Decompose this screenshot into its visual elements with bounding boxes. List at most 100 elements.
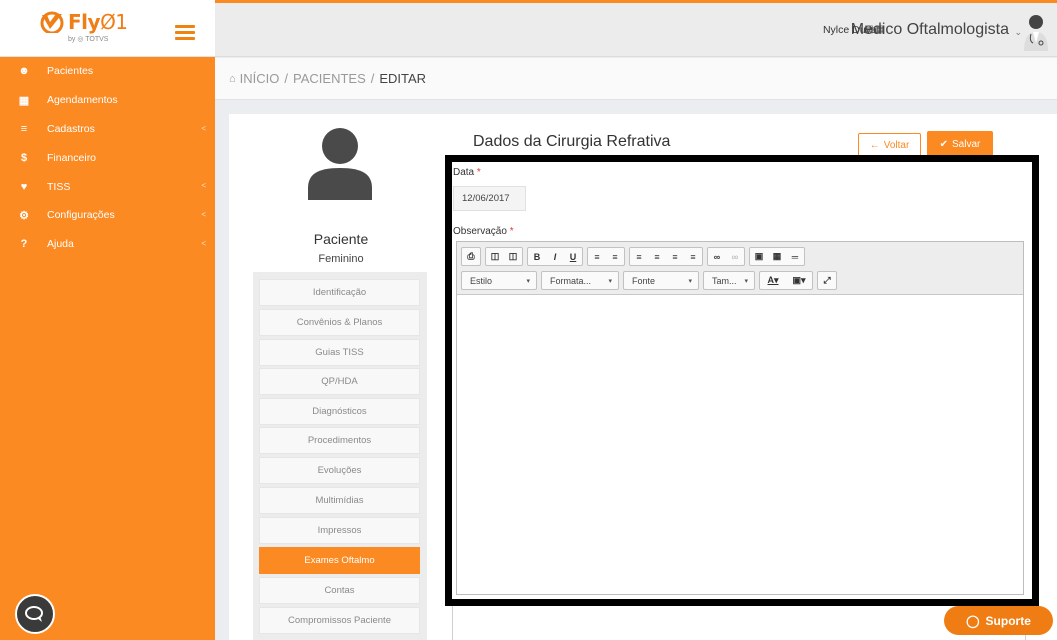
sidebar-item-financeiro[interactable]: $ Financeiro xyxy=(0,143,215,172)
underline-icon[interactable]: U xyxy=(564,248,582,265)
paste-text-icon[interactable]: ◫ xyxy=(504,248,522,265)
numbered-list-icon[interactable]: ≡ xyxy=(588,248,606,265)
save-button[interactable]: ✔ Salvar xyxy=(927,131,993,157)
breadcrumb-current: EDITAR xyxy=(379,71,427,86)
menu-item-contas[interactable]: Contas xyxy=(259,577,420,604)
sidebar-item-agendamentos[interactable]: ▦ Agendamentos xyxy=(0,86,215,115)
sidebar-item-label: Ajuda xyxy=(47,238,74,251)
align-center-icon[interactable]: ≡ xyxy=(648,248,666,265)
bulleted-list-icon[interactable]: ≡ xyxy=(606,248,624,265)
caret-down-icon: ▾ xyxy=(688,277,692,285)
size-select-label: Tam... xyxy=(712,275,737,286)
rich-text-editor: ⎙ ◫ ◫ B I U ≡ ≡ ≡ ≡ ≡ ≡ ∞ ∞ ▣ ▦ ═ Estilo… xyxy=(456,241,1024,595)
sidebar-item-label: Configurações xyxy=(47,209,115,222)
logo-area: FlyØ1 by ◎ TOTVS xyxy=(0,0,215,57)
support-button[interactable]: ◯ Suporte xyxy=(944,606,1053,635)
breadcrumb-home[interactable]: INÍCIO xyxy=(240,71,280,86)
sidebar-item-configuracoes[interactable]: ⚙ Configurações < xyxy=(0,201,215,230)
back-button-label: Voltar xyxy=(883,139,910,151)
breadcrumb: ⌂ INÍCIO / PACIENTES / EDITAR xyxy=(215,58,1057,100)
editor-lower-border xyxy=(452,606,1026,640)
observation-label: Observação * xyxy=(453,226,514,237)
paste-icon[interactable]: ◫ xyxy=(486,248,504,265)
format-select[interactable]: Formata... ▾ xyxy=(541,271,619,290)
breadcrumb-separator: / xyxy=(370,71,375,86)
hamburger-menu-icon[interactable] xyxy=(175,25,195,40)
sidebar-item-label: Financeiro xyxy=(47,151,97,164)
breadcrumb-section[interactable]: PACIENTES xyxy=(293,71,366,86)
font-select-label: Fonte xyxy=(632,275,656,286)
caret-down-icon: ▾ xyxy=(608,277,612,285)
sidebar-item-label: Cadastros xyxy=(47,122,95,135)
menu-item-guias-tiss[interactable]: Guias TISS xyxy=(259,339,420,366)
background-color-icon[interactable]: ▣▾ xyxy=(786,272,812,289)
required-mark: * xyxy=(509,226,514,237)
sidebar-item-tiss[interactable]: ♥ TISS < xyxy=(0,172,215,201)
save-button-label: Salvar xyxy=(952,138,981,150)
logo-subtitle: by ◎ TOTVS xyxy=(68,36,109,43)
list-icon: ≡ xyxy=(20,122,28,135)
calendar-icon: ▦ xyxy=(18,94,30,107)
caret-down-icon: ▾ xyxy=(744,277,748,285)
style-select[interactable]: Estilo ▾ xyxy=(461,271,537,290)
sidebar-item-cadastros[interactable]: ≡ Cadastros < xyxy=(0,115,215,144)
editor-toolbar: ⎙ ◫ ◫ B I U ≡ ≡ ≡ ≡ ≡ ≡ ∞ ∞ ▣ ▦ ═ Estilo… xyxy=(457,242,1023,295)
home-icon[interactable]: ⌂ xyxy=(229,73,236,85)
image-icon[interactable]: ▣ xyxy=(750,248,768,265)
text-color-icon[interactable]: A▾ xyxy=(760,272,786,289)
logo-text: Fly xyxy=(68,10,101,34)
gear-icon: ⚙ xyxy=(19,209,29,222)
align-right-icon[interactable]: ≡ xyxy=(666,248,684,265)
patient-sex: Feminino xyxy=(318,253,364,265)
horizontal-line-icon[interactable]: ═ xyxy=(786,248,804,265)
menu-item-identificacao[interactable]: Identificação xyxy=(259,279,420,306)
menu-item-convenios[interactable]: Convênios & Planos xyxy=(259,309,420,336)
check-icon: ✔ xyxy=(939,138,949,150)
italic-icon[interactable]: I xyxy=(546,248,564,265)
font-select[interactable]: Fonte ▾ xyxy=(623,271,699,290)
date-field[interactable]: 12/06/2017 xyxy=(453,186,526,211)
maximize-icon[interactable]: ⤢ xyxy=(818,272,836,289)
link-icon[interactable]: ∞ xyxy=(708,248,726,265)
sidebar-item-label: Agendamentos xyxy=(47,94,118,107)
chevron-down-icon[interactable]: ⌄ xyxy=(1014,27,1022,38)
align-justify-icon[interactable]: ≡ xyxy=(684,248,702,265)
form-title: Dados da Cirurgia Refrativa xyxy=(473,133,671,150)
table-icon[interactable]: ▦ xyxy=(768,248,786,265)
size-select[interactable]: Tam... ▾ xyxy=(703,271,755,290)
app-logo[interactable]: FlyØ1 xyxy=(40,10,128,34)
users-icon: ☻ xyxy=(18,65,30,78)
print-icon[interactable]: ⎙ xyxy=(462,248,480,265)
chat-button[interactable] xyxy=(15,594,55,634)
sidebar-item-pacientes[interactable]: ☻ Pacientes xyxy=(0,57,215,86)
chevron-left-icon: < xyxy=(201,209,206,219)
menu-item-diagnosticos[interactable]: Diagnósticos xyxy=(259,398,420,425)
sidebar-item-label: Pacientes xyxy=(47,65,94,78)
menu-item-procedimentos[interactable]: Procedimentos xyxy=(259,427,420,454)
role-selector[interactable]: Medico Oftalmologista xyxy=(851,21,1009,39)
sidebar-item-ajuda[interactable]: ? Ajuda < xyxy=(0,230,215,259)
align-left-icon[interactable]: ≡ xyxy=(630,248,648,265)
topbar: Nylce Duval ▤▦ Medico Oftalmologista ⌄ xyxy=(215,0,1057,57)
chevron-left-icon: < xyxy=(201,238,206,248)
dollar-icon: $ xyxy=(20,151,28,164)
heart-icon: ♥ xyxy=(20,180,28,193)
style-select-label: Estilo xyxy=(470,275,493,286)
menu-item-qp-hda[interactable]: QP/HDA xyxy=(259,368,420,395)
unlink-icon[interactable]: ∞ xyxy=(726,248,744,265)
menu-item-multimidias[interactable]: Multimídias xyxy=(259,487,420,514)
doctor-avatar-icon[interactable] xyxy=(1023,13,1049,51)
sidebar: FlyØ1 by ◎ TOTVS ☻ Pacientes ▦ Agendamen… xyxy=(0,0,215,640)
menu-item-compromissos[interactable]: Compromissos Paciente xyxy=(259,607,420,634)
chat-bubble-icon: ◯ xyxy=(966,613,980,628)
logo-zero-text: Ø1 xyxy=(100,10,128,34)
menu-item-impressos[interactable]: Impressos xyxy=(259,517,420,544)
sidebar-nav: ☻ Pacientes ▦ Agendamentos ≡ Cadastros <… xyxy=(0,57,215,259)
bold-icon[interactable]: B xyxy=(528,248,546,265)
observation-label-text: Observação xyxy=(453,226,507,237)
menu-item-evolucoes[interactable]: Evoluções xyxy=(259,457,420,484)
menu-item-exames-oftalmo[interactable]: Exames Oftalmo xyxy=(259,547,420,574)
chevron-left-icon: < xyxy=(201,123,206,133)
caret-down-icon: ▾ xyxy=(526,277,530,285)
back-button[interactable]: ← Voltar xyxy=(858,133,921,157)
